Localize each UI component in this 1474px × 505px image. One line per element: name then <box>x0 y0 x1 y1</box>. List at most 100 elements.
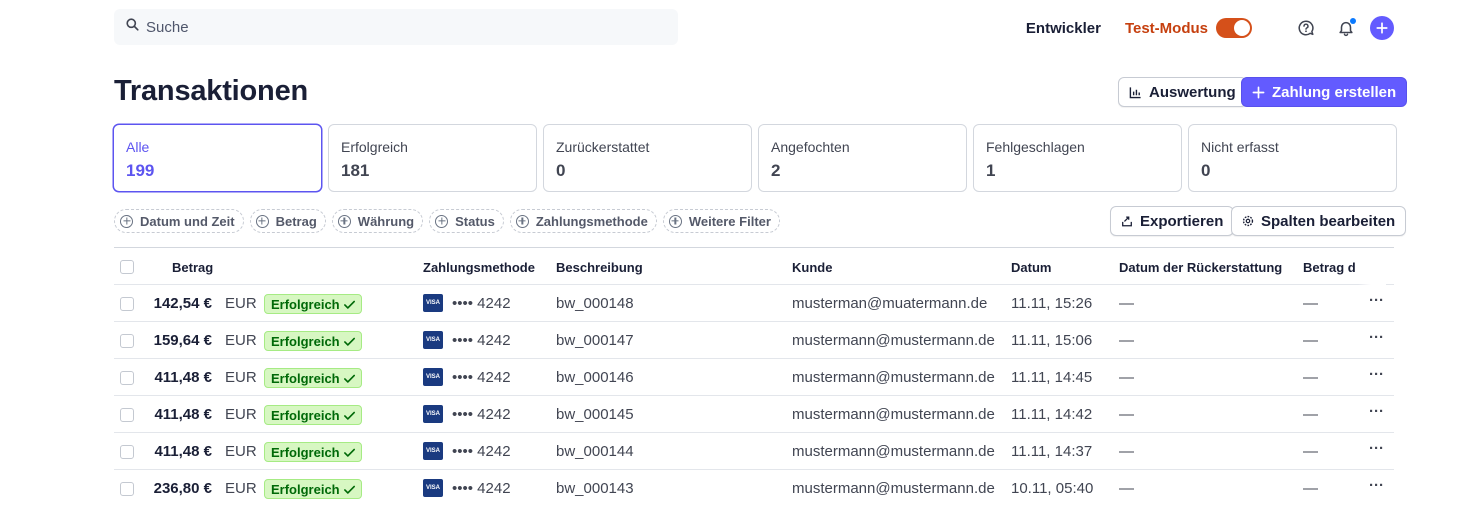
filter-card-refunded[interactable]: Zurückerstattet 0 <box>543 124 752 192</box>
customer-email: musterman@muatermann.de <box>792 295 988 312</box>
filter-card-label: Alle <box>126 139 150 155</box>
filter-card-uncaptured[interactable]: Nicht erfasst 0 <box>1188 124 1397 192</box>
row-checkbox[interactable] <box>120 297 134 311</box>
column-payment-method[interactable]: Zahlungsmethode <box>423 260 535 275</box>
more-actions-icon[interactable]: ··· <box>1369 440 1384 457</box>
status-badge: Erfolgreich <box>264 368 362 388</box>
filter-card-label: Angefochten <box>771 139 850 155</box>
table-row[interactable]: 411,48 € EUR Erfolgreich VISA •••• 4242 … <box>114 433 1394 470</box>
select-all-checkbox[interactable] <box>120 260 134 274</box>
amount: 411,48 € <box>154 443 212 460</box>
refund-date: — <box>1119 369 1134 386</box>
filter-card-count: 181 <box>341 161 370 180</box>
card-number: •••• 4242 <box>452 369 511 386</box>
chip-status[interactable]: Status <box>429 209 504 233</box>
create-payment-button[interactable]: Zahlung erstellen <box>1241 77 1408 107</box>
card-number: •••• 4242 <box>452 295 511 312</box>
filter-card-succeeded[interactable]: Erfolgreich 181 <box>328 124 537 192</box>
date: 11.11, 14:37 <box>1011 443 1093 460</box>
more-actions-icon[interactable]: ··· <box>1369 329 1384 346</box>
refund-date: — <box>1119 406 1134 423</box>
checkmark-icon <box>343 411 355 420</box>
developer-link[interactable]: Entwickler <box>1026 20 1101 37</box>
row-checkbox[interactable] <box>120 334 134 348</box>
filter-chips: Datum und Zeit Betrag Währung Status Zah… <box>114 209 780 233</box>
row-checkbox[interactable] <box>120 482 134 496</box>
chip-payment-method[interactable]: Zahlungsmethode <box>509 209 657 233</box>
gear-icon <box>1242 215 1254 227</box>
more-actions-icon[interactable]: ··· <box>1369 403 1384 420</box>
plus-icon <box>1252 86 1265 98</box>
column-refund-date[interactable]: Datum der Rückerstattung <box>1119 260 1282 275</box>
checkmark-icon <box>343 300 355 309</box>
description: bw_000145 <box>556 406 634 423</box>
row-checkbox[interactable] <box>120 445 134 459</box>
notifications-bell-icon[interactable] <box>1336 18 1356 38</box>
refund-date: — <box>1119 295 1134 312</box>
column-description[interactable]: Beschreibung <box>556 260 643 275</box>
edit-columns-button[interactable]: Spalten bearbeiten <box>1231 206 1407 236</box>
search-bar[interactable] <box>114 9 678 45</box>
export-button[interactable]: Exportieren <box>1110 206 1235 236</box>
status-label: Erfolgreich <box>271 333 340 349</box>
search-icon <box>126 18 139 36</box>
plus-circle-icon <box>668 214 682 228</box>
table-row[interactable]: 142,54 € EUR Erfolgreich VISA •••• 4242 … <box>114 285 1394 322</box>
plus-circle-icon <box>435 214 449 228</box>
status-label: Erfolgreich <box>271 444 340 460</box>
status-label: Erfolgreich <box>271 370 340 386</box>
row-checkbox[interactable] <box>120 371 134 385</box>
status-label: Erfolgreich <box>271 481 340 497</box>
report-button-label: Auswertung <box>1149 83 1236 101</box>
refund-amount: — <box>1303 332 1318 349</box>
column-date[interactable]: Datum <box>1011 260 1051 275</box>
column-amount[interactable]: Betrag <box>172 260 213 275</box>
chip-label: Betrag <box>275 213 317 229</box>
more-actions-icon[interactable]: ··· <box>1369 366 1384 383</box>
search-input[interactable] <box>146 18 626 36</box>
column-customer[interactable]: Kunde <box>792 260 832 275</box>
chip-more-filters[interactable]: Weitere Filter <box>662 209 780 233</box>
visa-card-icon: VISA <box>423 368 443 386</box>
plus-circle-icon <box>120 214 133 228</box>
more-actions-icon[interactable]: ··· <box>1369 477 1384 494</box>
amount: 411,48 € <box>154 369 212 386</box>
table-row[interactable]: 159,64 € EUR Erfolgreich VISA •••• 4242 … <box>114 322 1394 359</box>
filter-card-label: Fehlgeschlagen <box>986 139 1085 155</box>
create-new-button[interactable] <box>1370 16 1394 40</box>
date: 11.11, 15:26 <box>1011 295 1093 312</box>
test-mode-label: Test-Modus <box>1124 19 1208 37</box>
more-actions-icon[interactable]: ··· <box>1369 292 1384 309</box>
transactions-table: Betrag Zahlungsmethode Beschreibung Kund… <box>114 247 1394 505</box>
test-mode-toggle[interactable] <box>1216 18 1252 38</box>
table-row[interactable]: 236,80 € EUR Erfolgreich VISA •••• 4242 … <box>114 470 1394 505</box>
chip-currency[interactable]: Währung <box>331 209 424 233</box>
help-icon[interactable] <box>1296 18 1316 38</box>
card-number: •••• 4242 <box>452 332 511 349</box>
row-checkbox[interactable] <box>120 408 134 422</box>
visa-card-icon: VISA <box>423 405 443 423</box>
table-row[interactable]: 411,48 € EUR Erfolgreich VISA •••• 4242 … <box>114 396 1394 433</box>
filter-card-failed[interactable]: Fehlgeschlagen 1 <box>973 124 1182 192</box>
create-payment-label: Zahlung erstellen <box>1272 83 1397 101</box>
chip-date-time[interactable]: Datum und Zeit <box>114 209 244 233</box>
report-button[interactable]: Auswertung <box>1118 77 1247 107</box>
column-fade <box>1358 248 1386 285</box>
card-number: •••• 4242 <box>452 443 511 460</box>
customer-email: mustermann@mustermann.de <box>792 332 995 349</box>
column-refund-amount[interactable]: Betrag d <box>1303 260 1356 275</box>
filter-card-all[interactable]: Alle 199 <box>113 124 322 192</box>
visa-card-icon: VISA <box>423 479 443 497</box>
refund-amount: — <box>1303 443 1318 460</box>
table-row[interactable]: 411,48 € EUR Erfolgreich VISA •••• 4242 … <box>114 359 1394 396</box>
chip-amount[interactable]: Betrag <box>249 209 326 233</box>
amount: 411,48 € <box>154 406 212 423</box>
filter-card-count: 1 <box>986 161 996 180</box>
status-label: Erfolgreich <box>271 296 340 312</box>
edit-columns-label: Spalten bearbeiten <box>1261 212 1396 230</box>
refund-date: — <box>1119 443 1134 460</box>
chip-label: Weitere Filter <box>688 213 771 229</box>
status-badge: Erfolgreich <box>264 294 362 314</box>
amount: 142,54 € <box>153 295 212 312</box>
filter-card-disputed[interactable]: Angefochten 2 <box>758 124 967 192</box>
